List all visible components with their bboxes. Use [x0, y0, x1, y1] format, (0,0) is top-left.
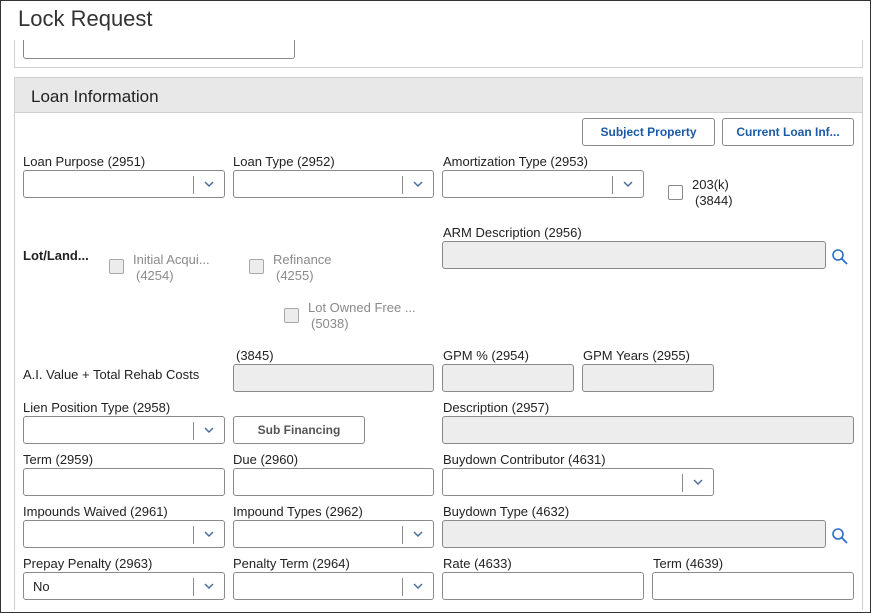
prepay-penalty-select[interactable]: No [23, 572, 225, 600]
impound-types-label: Impound Types (2962) [233, 504, 363, 519]
select-divider [193, 526, 194, 544]
initial-acquisition-label: Initial Acqui... [133, 252, 210, 267]
chevron-down-icon [413, 181, 423, 188]
initial-acquisition-field-id: (4254) [136, 268, 174, 283]
arm-description-label: ARM Description (2956) [443, 225, 582, 240]
chevron-down-icon [204, 583, 214, 590]
rate-field[interactable] [442, 572, 644, 600]
lien-position-type-label: Lien Position Type (2958) [23, 400, 171, 415]
rate-label: Rate (4633) [443, 556, 512, 571]
gpm-years-label: GPM Years (2955) [583, 348, 690, 363]
description-field[interactable] [442, 416, 854, 444]
prepay-penalty-label: Prepay Penalty (2963) [23, 556, 153, 571]
refinance-field-id: (4255) [276, 268, 314, 283]
buydown-contributor-label: Buydown Contributor (4631) [443, 452, 606, 467]
description-label: Description (2957) [443, 400, 550, 415]
refinance-label: Refinance [273, 252, 332, 267]
gpm-percent-field[interactable] [442, 364, 574, 392]
chevron-down-icon [204, 427, 214, 434]
loan-purpose-label: Loan Purpose (2951) [23, 154, 146, 169]
chevron-down-icon [204, 181, 214, 188]
term-label: Term (2959) [23, 452, 94, 467]
section-title: Loan Information [31, 87, 159, 106]
chevron-down-icon [204, 531, 214, 538]
gpm-percent-label: GPM % (2954) [443, 348, 529, 363]
search-icon[interactable] [831, 527, 849, 545]
lien-position-type-select[interactable] [23, 416, 225, 444]
sub-financing-button[interactable]: Sub Financing [233, 416, 365, 444]
chevron-down-icon [693, 479, 703, 486]
gpm-years-field[interactable] [582, 364, 714, 392]
due-label: Due (2960) [233, 452, 299, 467]
ai-value-field-id: (3845) [236, 348, 274, 363]
window-title: Lock Request [18, 6, 153, 31]
lot-land-label: Lot/Land... [23, 248, 89, 263]
chevron-down-icon [623, 181, 633, 188]
current-loan-info-button[interactable]: Current Loan Inf... [722, 118, 854, 146]
select-divider [402, 578, 403, 596]
buydown-term-label: Term (4639) [653, 556, 724, 571]
amortization-type-select[interactable] [442, 170, 644, 198]
prepay-penalty-value: No [33, 579, 50, 594]
buydown-term-field[interactable] [652, 572, 854, 600]
select-divider [193, 422, 194, 440]
due-field[interactable] [233, 468, 434, 496]
buydown-contributor-select[interactable] [442, 468, 714, 496]
penalty-term-select[interactable] [233, 572, 434, 600]
impound-types-select[interactable] [233, 520, 434, 548]
impounds-waived-label: Impounds Waived (2961) [23, 504, 168, 519]
select-divider [612, 176, 613, 194]
203k-label: 203(k) [692, 177, 729, 192]
previous-section-input[interactable] [23, 40, 295, 59]
select-divider [193, 578, 194, 596]
lot-owned-free-field-id: (5038) [311, 316, 349, 331]
refinance-checkbox[interactable] [249, 259, 264, 274]
buydown-type-label: Buydown Type (4632) [443, 504, 570, 519]
loan-type-select[interactable] [233, 170, 434, 198]
lot-owned-free-label: Lot Owned Free ... [308, 300, 416, 315]
203k-field-id: (3844) [695, 193, 733, 208]
subject-property-button[interactable]: Subject Property [582, 118, 715, 146]
chevron-down-icon [413, 531, 423, 538]
loan-purpose-select[interactable] [23, 170, 225, 198]
203k-checkbox[interactable] [668, 185, 683, 200]
initial-acquisition-checkbox[interactable] [109, 259, 124, 274]
ai-value-label: A.I. Value + Total Rehab Costs [23, 367, 200, 382]
amortization-type-label: Amortization Type (2953) [443, 154, 588, 169]
term-field[interactable] [23, 468, 225, 496]
select-divider [402, 176, 403, 194]
penalty-term-label: Penalty Term (2964) [233, 556, 350, 571]
search-icon[interactable] [831, 248, 849, 266]
select-divider [682, 474, 683, 492]
impounds-waived-select[interactable] [23, 520, 225, 548]
lot-owned-free-checkbox[interactable] [284, 308, 299, 323]
buydown-type-field[interactable] [442, 520, 826, 548]
select-divider [402, 526, 403, 544]
loan-type-label: Loan Type (2952) [233, 154, 335, 169]
select-divider [193, 176, 194, 194]
arm-description-field[interactable] [442, 241, 826, 269]
chevron-down-icon [413, 583, 423, 590]
ai-value-field[interactable] [233, 364, 434, 392]
